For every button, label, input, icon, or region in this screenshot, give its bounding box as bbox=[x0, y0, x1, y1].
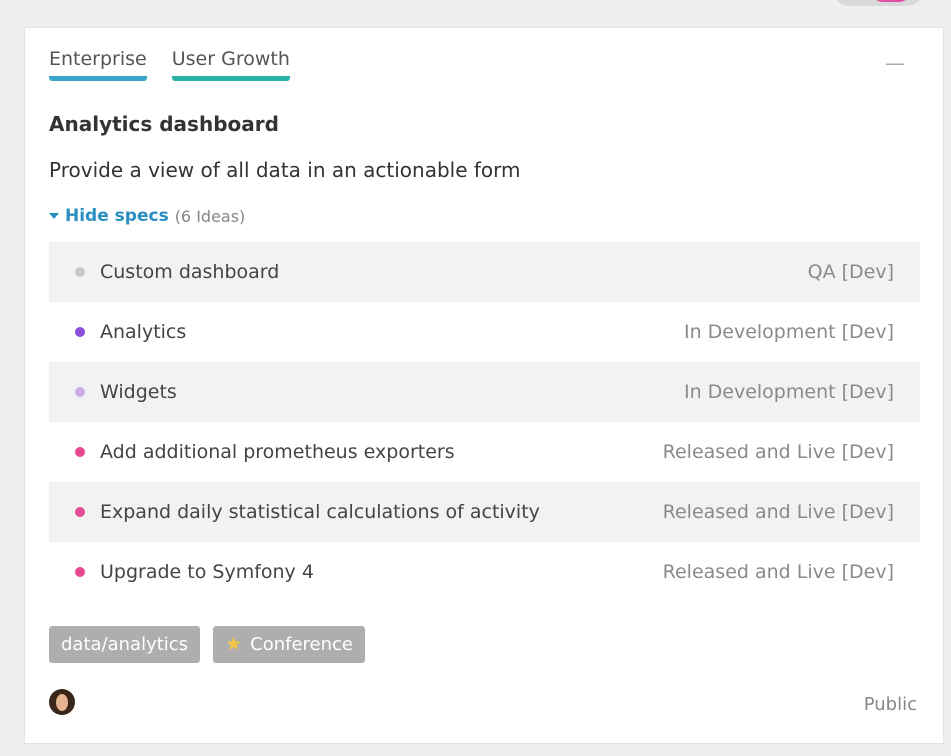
status-dot-icon bbox=[75, 447, 85, 457]
ideas-count: (6 Ideas) bbox=[174, 206, 246, 226]
spec-row[interactable]: Custom dashboard QA [Dev] bbox=[49, 242, 920, 302]
spec-status: In Development [Dev] bbox=[683, 381, 894, 403]
spec-name: Analytics bbox=[100, 321, 187, 343]
tab-user-growth[interactable]: User Growth bbox=[171, 48, 290, 81]
tag-list: data/analytics ★ Conference bbox=[49, 626, 365, 663]
spec-row[interactable]: Analytics In Development [Dev] bbox=[49, 302, 920, 362]
minus-icon[interactable]: — bbox=[885, 53, 905, 73]
hide-specs-toggle[interactable]: Hide specs (6 Ideas) bbox=[49, 206, 245, 226]
spec-row[interactable]: Widgets In Development [Dev] bbox=[49, 362, 920, 422]
card-description: Provide a view of all data in an actiona… bbox=[49, 158, 521, 182]
avatar-face bbox=[56, 694, 68, 711]
spec-row[interactable]: Add additional prometheus exporters Rele… bbox=[49, 422, 920, 482]
card-title: Analytics dashboard bbox=[49, 112, 279, 136]
visibility-label: Public bbox=[863, 694, 917, 715]
tag-label: Conference bbox=[250, 634, 353, 655]
specs-list: Custom dashboard QA [Dev] Analytics In D… bbox=[49, 242, 920, 602]
status-dot-icon bbox=[75, 327, 85, 337]
spec-status: In Development [Dev] bbox=[683, 321, 894, 343]
status-dot-icon bbox=[75, 507, 85, 517]
page: Enterprise User Growth — Analytics dashb… bbox=[0, 0, 951, 756]
spec-status: Released and Live [Dev] bbox=[662, 501, 894, 523]
spec-status: Released and Live [Dev] bbox=[662, 441, 894, 463]
star-icon: ★ bbox=[225, 633, 243, 655]
tag-label: data/analytics bbox=[61, 634, 189, 655]
spec-name: Upgrade to Symfony 4 bbox=[100, 561, 314, 583]
tab-enterprise[interactable]: Enterprise bbox=[49, 48, 147, 81]
category-tabs: Enterprise User Growth bbox=[49, 48, 290, 81]
tag-conference[interactable]: ★ Conference bbox=[213, 626, 365, 663]
spec-row[interactable]: Expand daily statistical calculations of… bbox=[49, 482, 920, 542]
hide-specs-label: Hide specs bbox=[65, 206, 169, 226]
spec-name: Custom dashboard bbox=[100, 261, 280, 283]
corner-decoration-accent bbox=[871, 0, 911, 2]
spec-name: Add additional prometheus exporters bbox=[100, 441, 455, 463]
status-dot-icon bbox=[75, 387, 85, 397]
user-avatar[interactable] bbox=[49, 689, 75, 715]
feature-card: Enterprise User Growth — Analytics dashb… bbox=[24, 27, 944, 744]
spec-status: Released and Live [Dev] bbox=[662, 561, 894, 583]
status-dot-icon bbox=[75, 567, 85, 577]
status-dot-icon bbox=[75, 267, 85, 277]
spec-name: Widgets bbox=[100, 381, 177, 403]
caret-down-icon bbox=[49, 213, 59, 219]
tag-data-analytics[interactable]: data/analytics bbox=[49, 626, 201, 663]
spec-name: Expand daily statistical calculations of… bbox=[100, 501, 540, 523]
spec-row[interactable]: Upgrade to Symfony 4 Released and Live [… bbox=[49, 542, 920, 602]
spec-status: QA [Dev] bbox=[807, 261, 894, 283]
corner-decoration bbox=[833, 0, 923, 6]
